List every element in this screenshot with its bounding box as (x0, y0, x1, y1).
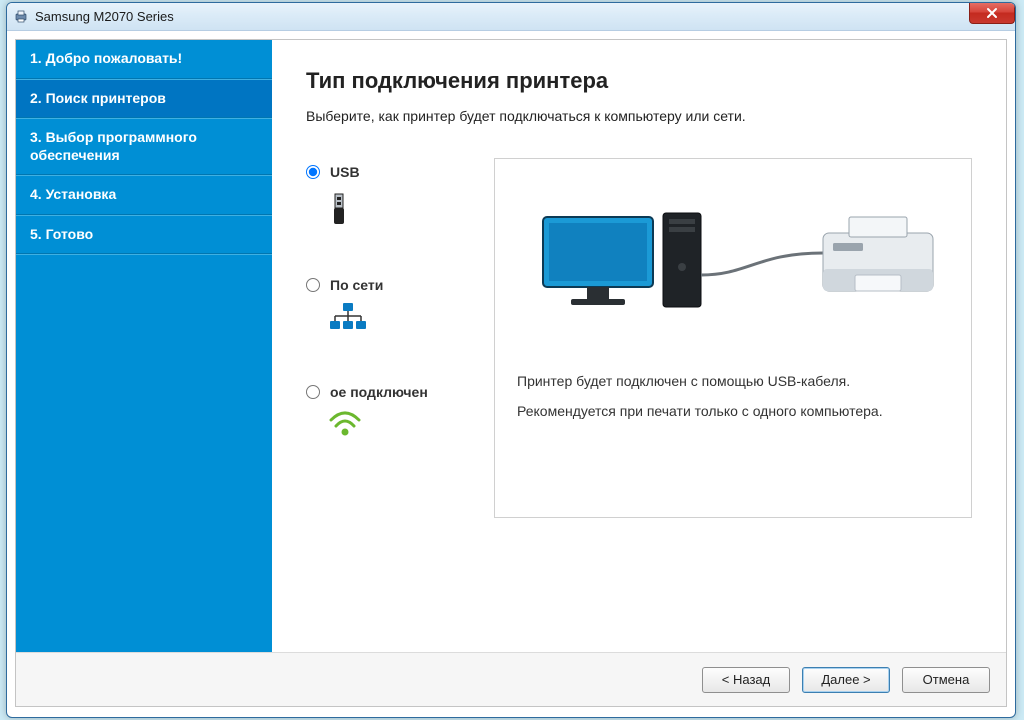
page-title: Тип подключения принтера (306, 68, 972, 94)
option-usb-label: USB (330, 164, 360, 180)
option-wireless-head[interactable]: ое подключен (306, 384, 468, 400)
option-network-head[interactable]: По сети (306, 277, 468, 293)
radio-usb[interactable] (306, 165, 320, 179)
network-icon (328, 303, 468, 336)
printer-app-icon (13, 9, 29, 25)
option-network-label: По сети (330, 277, 383, 293)
detail-text-2: Рекомендуется при печати только с одного… (517, 403, 949, 419)
titlebar: Samsung M2070 Series (7, 3, 1015, 31)
option-network[interactable]: По сети (306, 277, 468, 336)
option-wireless-label: ое подключен (330, 384, 428, 400)
back-button[interactable]: < Назад (702, 667, 790, 693)
close-button[interactable] (969, 3, 1015, 24)
option-usb[interactable]: USB (306, 164, 468, 229)
usb-illustration (517, 195, 949, 345)
option-wireless[interactable]: ое подключен (306, 384, 468, 441)
step-select-software[interactable]: 3. Выбор программного обеспечения (16, 118, 272, 175)
main-panel: Тип подключения принтера Выберите, как п… (272, 40, 1006, 652)
next-button[interactable]: Далее > (802, 667, 890, 693)
radio-network[interactable] (306, 278, 320, 292)
option-usb-head[interactable]: USB (306, 164, 468, 180)
step-done[interactable]: 5. Готово (16, 215, 272, 255)
step-search-printers[interactable]: 2. Поиск принтеров (16, 79, 272, 119)
options-row: USB (306, 158, 972, 518)
radio-wireless[interactable] (306, 385, 320, 399)
page-subtitle: Выберите, как принтер будет подключаться… (306, 108, 972, 124)
steps-sidebar: 1. Добро пожаловать! 2. Поиск принтеров … (16, 40, 272, 652)
detail-text-1: Принтер будет подключен с помощью USB-ка… (517, 373, 949, 389)
step-welcome[interactable]: 1. Добро пожаловать! (16, 40, 272, 79)
connection-options: USB (306, 158, 468, 441)
wifi-icon (328, 410, 468, 441)
step-install[interactable]: 4. Установка (16, 175, 272, 215)
cancel-button[interactable]: Отмена (902, 667, 990, 693)
content-area: 1. Добро пожаловать! 2. Поиск принтеров … (16, 40, 1006, 652)
usb-icon (328, 190, 468, 229)
installer-window: Samsung M2070 Series 1. Добро пожаловать… (6, 2, 1016, 718)
sidebar-fill (16, 254, 272, 652)
window-title: Samsung M2070 Series (35, 9, 174, 24)
detail-panel: Принтер будет подключен с помощью USB-ка… (494, 158, 972, 518)
window-body: 1. Добро пожаловать! 2. Поиск принтеров … (15, 39, 1007, 707)
wizard-footer: < Назад Далее > Отмена (16, 652, 1006, 706)
